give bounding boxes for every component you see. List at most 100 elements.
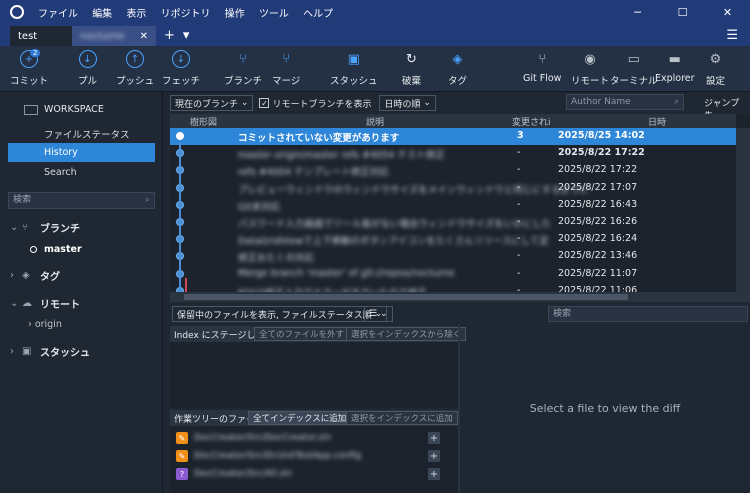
commit-description: Git未対応 xyxy=(238,201,281,213)
unstage-selected-button[interactable]: 選択をインデックスから除く xyxy=(346,327,467,341)
tags-section[interactable]: › ◈ タグ xyxy=(10,268,60,283)
globe-icon: ◉ xyxy=(584,51,596,67)
chevron-right-icon: › xyxy=(10,346,14,357)
modified-file-icon: ✎ xyxy=(176,450,188,462)
stage-file-button[interactable]: + xyxy=(428,450,440,462)
stash-button[interactable]: ▣ スタッシュ xyxy=(330,50,378,88)
menu-actions[interactable]: 操作 xyxy=(225,9,245,20)
discard-button[interactable]: ↻ 破棄 xyxy=(402,50,421,88)
tag-icon: ◈ xyxy=(22,270,30,281)
table-row[interactable]: master origin/master refs #4054 テスト修正 - 20… xyxy=(170,145,736,162)
menu-edit[interactable]: 編集 xyxy=(92,9,112,20)
remotes-section[interactable]: ⌄ ☁ リモート xyxy=(10,296,80,311)
commit-changes: - xyxy=(517,147,521,159)
tag-button[interactable]: ◈ タグ xyxy=(448,50,467,88)
commit-changes: - xyxy=(517,198,521,210)
table-row[interactable]: refs #4004 テンプレート修正対応 - 2025/8/22 17:22 xyxy=(170,162,736,179)
pending-files-select[interactable]: 保留中のファイルを表示, ファイルステータス順 ⌄ xyxy=(172,306,388,322)
commit-date: 2025/8/22 16:43 xyxy=(558,198,638,210)
branch-icon: ⑂ xyxy=(22,222,28,233)
branches-section[interactable]: ⌄ ⑂ ブランチ xyxy=(10,220,80,235)
list-item[interactable]: ✎ DocCreator/Src/DcUnitTestApp.config xyxy=(176,450,361,462)
list-item[interactable]: ✎ DocCreator/Src/DocCreator.sln xyxy=(176,432,331,444)
commit-description: refs #4004 テンプレート修正対応 xyxy=(238,167,389,179)
column-changes[interactable]: 変更されi xyxy=(512,115,551,128)
remote-button[interactable]: ◉ リモート xyxy=(571,50,609,88)
gitflow-button[interactable]: ⑂ Git Flow xyxy=(523,50,561,85)
commit-date: 2025/8/22 17:22 xyxy=(558,164,638,176)
merge-button[interactable]: ⑂ マージ xyxy=(272,50,300,88)
table-row[interactable]: パスワード入力画面でツール毎がない場合ウィンドウサイズをいかにした - 2025/8… xyxy=(170,214,736,231)
stage-file-button[interactable]: + xyxy=(428,432,440,444)
file-path: DocCreator/Src/All.sln xyxy=(194,469,293,479)
commit-description: パスワード入力画面でツール毎がない場合ウィンドウサイズをいかにした xyxy=(238,219,552,230)
pull-button[interactable]: ↓ プル xyxy=(78,50,97,87)
fetch-button[interactable]: ↓ フェッチ xyxy=(162,50,200,87)
sidebar-search-input[interactable]: 検索 ⌕ xyxy=(8,192,155,209)
sidebar-item-history[interactable]: History xyxy=(44,147,78,158)
commit-button[interactable]: +2 コミット xyxy=(10,49,48,87)
tab-dropdown-icon[interactable]: ▾ xyxy=(183,28,190,43)
branch-select[interactable]: 現在のブランチ ⌄ xyxy=(170,95,254,111)
pull-icon: ↓ xyxy=(78,50,97,68)
scrollbar-thumb[interactable] xyxy=(184,294,628,300)
table-row[interactable]: Git未対応 - 2025/8/22 16:43 xyxy=(170,197,736,214)
commit-count-badge: 2 xyxy=(30,49,41,57)
search-icon: ⌕ xyxy=(144,195,150,205)
maximize-button[interactable]: ☐ xyxy=(660,0,705,24)
chevron-down-icon: ⌄ xyxy=(423,98,431,108)
column-date[interactable]: 日時 xyxy=(648,115,666,128)
file-search-input[interactable]: 検索 xyxy=(548,306,748,322)
close-window-button[interactable]: ✕ xyxy=(705,0,750,24)
sidebar-item-file-status[interactable]: ファイルステータス xyxy=(44,127,130,141)
show-remote-branches-checkbox[interactable]: ✓ リモートブランチを表示 xyxy=(259,97,371,110)
table-row[interactable]: プレビューウィンドウのウィンドウサイズをメインウィンドウと同じにするように - 20… xyxy=(170,180,736,197)
menu-view[interactable]: 表示 xyxy=(126,9,146,20)
author-filter-input[interactable]: Author Name ⌕ xyxy=(566,94,684,110)
vertical-scrollbar[interactable] xyxy=(736,128,750,302)
tab-test[interactable]: test xyxy=(10,26,72,46)
minimize-button[interactable]: ─ xyxy=(615,0,660,24)
commit-description: Merge branch 'master' of git://repos/noc… xyxy=(238,267,455,279)
horizontal-scrollbar[interactable] xyxy=(170,292,736,302)
stage-file-button[interactable]: + xyxy=(428,468,440,480)
remote-origin[interactable]: › origin xyxy=(28,319,62,330)
commit-date: 2025/8/22 13:46 xyxy=(558,250,638,262)
tab-bar: test nocturne ✕ + ▾ ☰ xyxy=(0,24,750,46)
column-graph[interactable]: 樹形図 xyxy=(190,115,217,128)
column-description[interactable]: 説明 xyxy=(366,115,384,128)
list-item[interactable]: ? DocCreator/Src/All.sln xyxy=(176,468,292,480)
commit-changes: - xyxy=(517,250,521,262)
push-button[interactable]: ↑ プッシュ xyxy=(116,50,154,87)
gitflow-icon: ⑂ xyxy=(538,51,547,67)
explorer-button[interactable]: ▬ Explorer xyxy=(655,50,695,85)
menu-tools[interactable]: ツール xyxy=(259,9,289,20)
staged-files-list xyxy=(170,342,458,408)
commit-date: 2025/8/25 14:02 xyxy=(558,130,645,141)
menu-help[interactable]: ヘルプ xyxy=(303,9,333,20)
stashes-section[interactable]: › ▣ スタッシュ xyxy=(10,344,90,359)
discard-icon: ↻ xyxy=(406,51,417,67)
branch-button[interactable]: ⑂ ブランチ xyxy=(224,50,262,88)
tab-nocturne[interactable]: nocturne ✕ xyxy=(72,26,156,46)
settings-button[interactable]: ⚙ 設定 xyxy=(706,50,725,88)
order-select[interactable]: 日時の順 ⌄ xyxy=(379,95,436,111)
stage-all-button[interactable]: 全てインデックスに追加 xyxy=(248,411,352,425)
diff-placeholder: Select a file to view the diff xyxy=(529,402,681,415)
table-row[interactable]: 修正おたくの対応 - 2025/8/22 13:46 xyxy=(170,248,736,265)
table-row[interactable]: コミットされていない変更があります 3 2025/8/25 14:02 xyxy=(170,128,736,145)
table-row[interactable]: Merge branch 'master' of git://repos/noc… xyxy=(170,266,736,283)
menu-file[interactable]: ファイル xyxy=(38,9,78,20)
branch-master[interactable]: master xyxy=(30,244,82,255)
view-mode-select[interactable]: ☰ ⌄ xyxy=(364,306,393,322)
close-tab-icon[interactable]: ✕ xyxy=(140,31,148,42)
hamburger-menu-icon[interactable]: ☰ xyxy=(726,28,738,43)
table-row[interactable]: DataGridViewで上下移動のボタンアイコンをたくさんリリースにして定 - 2… xyxy=(170,231,736,248)
unstage-all-button[interactable]: 全てのファイルを外す xyxy=(254,327,350,341)
new-tab-icon[interactable]: + xyxy=(164,28,175,43)
terminal-button[interactable]: ▭ ターミナル xyxy=(610,50,658,88)
sidebar-item-search[interactable]: Search xyxy=(44,167,77,178)
menu-repository[interactable]: リポジトリ xyxy=(161,9,211,20)
stage-selected-button[interactable]: 選択をインデックスに追加 xyxy=(346,411,458,425)
commit-description: DataGridViewで上下移動のボタンアイコンをたくさんリリースにして定 xyxy=(238,236,549,248)
